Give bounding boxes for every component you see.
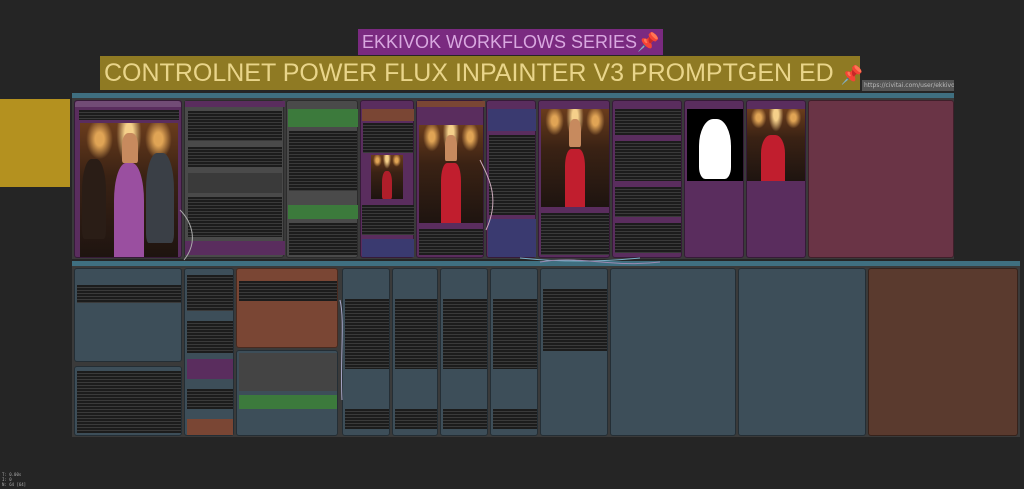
stats-line: N: 64 [64]: [2, 482, 27, 487]
canvas-stats: T: 0.00s I: 0 N: 64 [64]: [2, 472, 26, 487]
node-wires: [179, 159, 661, 401]
